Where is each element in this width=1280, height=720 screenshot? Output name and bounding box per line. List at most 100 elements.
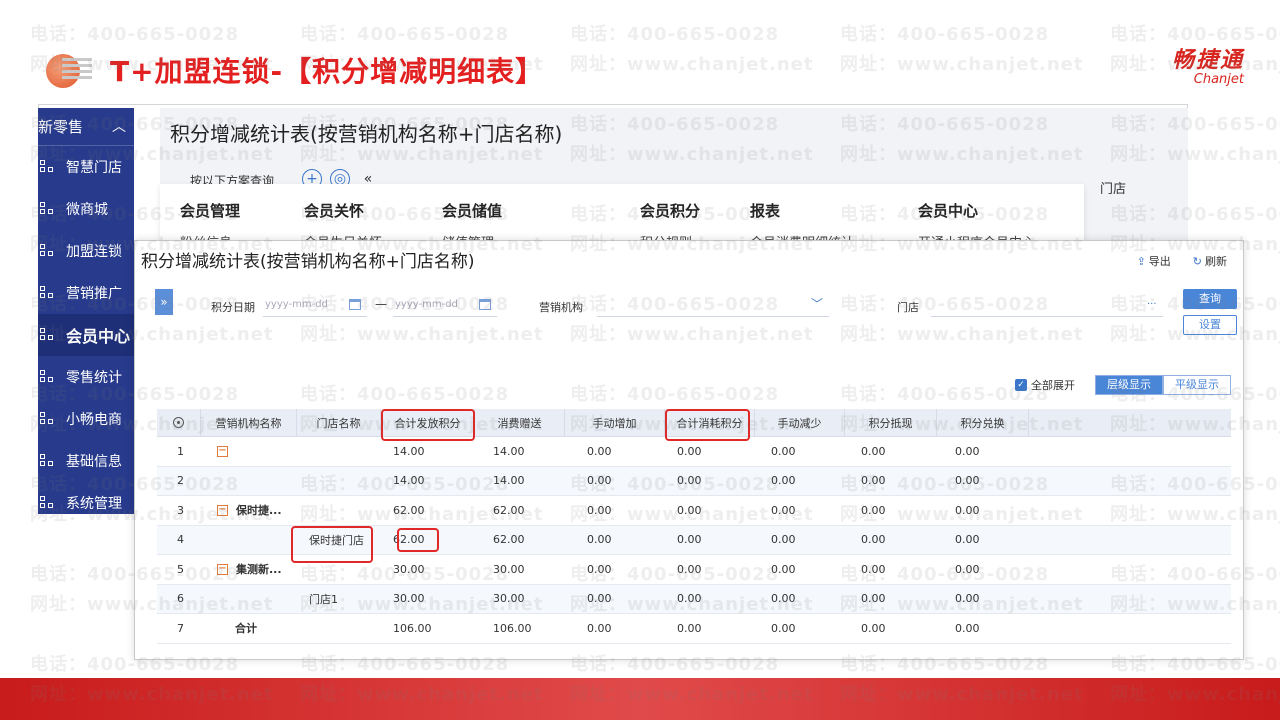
collapse-row-icon[interactable]: − <box>217 504 228 516</box>
value-cell-cash: 0.00 <box>861 503 886 517</box>
value-cell-consumed: 0.00 <box>677 621 702 635</box>
table-row[interactable]: 7 合计 106.00 106.00 0.00 0.00 0.00 0.00 0.00 <box>157 614 1231 644</box>
sidebar-item[interactable]: 微商城 <box>38 188 134 230</box>
refresh-button[interactable]: ↻ 刷新 <box>1193 253 1227 269</box>
org-select[interactable] <box>597 293 829 317</box>
value-cell-manual-add: 0.00 <box>587 592 612 606</box>
grid-icon <box>40 370 58 384</box>
background-store-label: 门店 <box>1100 182 1127 197</box>
sidebar-item[interactable]: 零售统计 <box>38 356 134 398</box>
column-header[interactable]: 门店名称 <box>297 409 381 436</box>
sidebar-item-label: 小畅电商 <box>66 412 122 428</box>
hierarchical-view-button[interactable]: 层级显示 <box>1095 375 1163 395</box>
sidebar-item[interactable]: 加盟连锁 <box>38 230 134 272</box>
expand-all-checkbox[interactable]: ✓ 全部展开 <box>1015 377 1075 393</box>
menu-heading[interactable]: 会员中心 <box>918 200 978 221</box>
value-cell-cash: 0.00 <box>861 474 886 488</box>
mega-menu: 会员管理粉丝信息会员关怀会员生日关怀会员储值储值管理会员积分积分规则报表会员消费… <box>160 184 1084 242</box>
column-header[interactable]: 手动增加 <box>565 409 665 436</box>
menu-heading[interactable]: 会员关怀 <box>304 200 364 221</box>
calendar-icon[interactable] <box>479 299 491 310</box>
value-cell-manual-sub: 0.00 <box>771 533 796 547</box>
refresh-label: 刷新 <box>1205 255 1227 268</box>
date-separator: — <box>375 297 387 311</box>
sidebar-header-label: 新零售 <box>38 118 84 136</box>
export-icon: ⇪ <box>1136 255 1146 268</box>
collapse-row-icon[interactable]: − <box>217 445 228 457</box>
value-cell-issued: 14.00 <box>393 444 425 458</box>
value-cell-exchange: 0.00 <box>955 503 980 517</box>
table-row[interactable]: 3 − 保时捷... 62.00 62.00 0.00 0.00 0.00 0.00 0.00 <box>157 496 1231 526</box>
collapse-row-icon[interactable]: − <box>217 563 228 575</box>
chevron-down-icon[interactable]: ﹀ <box>811 295 823 312</box>
flat-view-button[interactable]: 平级显示 <box>1163 375 1231 395</box>
sidebar-item[interactable]: 系统管理 <box>38 482 134 514</box>
view-toggle: 层级显示 平级显示 <box>1095 375 1231 395</box>
value-cell-manual-sub: 0.00 <box>771 474 796 488</box>
store-name-cell <box>303 496 309 525</box>
column-spacer <box>1029 409 1231 436</box>
chevron-up-icon[interactable]: ︿ <box>112 108 126 146</box>
value-cell-cash: 0.00 <box>861 444 886 458</box>
column-header[interactable]: 手动减少 <box>755 409 845 436</box>
store-input[interactable] <box>931 293 1163 317</box>
store-name-cell: 门店1 <box>309 592 338 606</box>
grid-icon <box>40 202 58 216</box>
sidebar-item[interactable]: 小畅电商 <box>38 398 134 440</box>
menu-heading[interactable]: 会员管理 <box>180 200 240 221</box>
menu-heading[interactable]: 会员积分 <box>640 200 700 221</box>
more-icon[interactable]: ··· <box>1147 299 1157 310</box>
menu-heading[interactable]: 报表 <box>750 200 780 221</box>
column-header[interactable]: 积分抵现 <box>845 409 937 436</box>
value-cell-manual-sub: 0.00 <box>771 621 796 635</box>
value-cell-consumed: 0.00 <box>677 503 702 517</box>
background-page-title: 积分增减统计表(按营销机构名称+门店名称) <box>170 122 563 146</box>
menu-heading[interactable]: 会员储值 <box>442 200 502 221</box>
value-cell-cash: 0.00 <box>861 621 886 635</box>
sidebar-item-label: 基础信息 <box>66 454 122 470</box>
value-cell-gift: 62.00 <box>493 533 525 547</box>
query-button[interactable]: 查询 <box>1183 289 1237 309</box>
row-number: 6 <box>177 592 184 606</box>
table-row[interactable]: 2 14.00 14.00 0.00 0.00 0.00 0.00 0.00 <box>157 466 1231 496</box>
org-name-cell <box>211 585 217 614</box>
org-name-cell: 合计 <box>229 614 257 643</box>
org-label: 营销机构 <box>539 301 583 314</box>
highlight-consumed-column <box>665 409 750 441</box>
sidebar-item[interactable]: 基础信息 <box>38 440 134 482</box>
org-name-cell: − 集测新... <box>211 555 282 584</box>
expand-panel-button[interactable]: » <box>155 289 173 315</box>
sidebar-item[interactable]: 营销推广 <box>38 272 134 314</box>
export-button[interactable]: ⇪ 导出 <box>1137 253 1171 269</box>
slide-title: T+加盟连锁-【积分增减明细表】 <box>110 55 545 88</box>
value-cell-manual-add: 0.00 <box>587 444 612 458</box>
grid-icon <box>40 496 58 510</box>
value-cell-manual-add: 0.00 <box>587 562 612 576</box>
value-cell-manual-sub: 0.00 <box>771 444 796 458</box>
sidebar-header[interactable]: 新零售 ︿ <box>38 108 134 146</box>
value-cell-manual-add: 0.00 <box>587 503 612 517</box>
sidebar-item[interactable]: 会员中心 <box>38 314 134 356</box>
value-cell-gift: 106.00 <box>493 621 532 635</box>
column-header[interactable]: 消费赠送 <box>475 409 565 436</box>
sidebar-item-label: 营销推广 <box>66 286 122 302</box>
row-number: 7 <box>177 621 184 635</box>
value-cell-manual-sub: 0.00 <box>771 503 796 517</box>
value-cell-exchange: 0.00 <box>955 444 980 458</box>
table-row[interactable]: 1 − 14.00 14.00 0.00 0.00 0.00 0.00 0.00 <box>157 437 1231 467</box>
table-row[interactable]: 6 门店1 30.00 30.00 0.00 0.00 0.00 0.00 0.00 <box>157 584 1231 614</box>
org-name-cell: − 保时捷... <box>211 496 282 525</box>
column-header[interactable]: 营销机构名称 <box>201 409 297 436</box>
value-cell-consumed: 0.00 <box>677 444 702 458</box>
store-name-cell <box>303 614 309 643</box>
value-cell-consumed: 0.00 <box>677 533 702 547</box>
sidebar-item[interactable]: 智慧门店 <box>38 146 134 188</box>
settings-button[interactable]: 设置 <box>1183 315 1237 335</box>
value-cell-cash: 0.00 <box>861 533 886 547</box>
column-header[interactable]: 积分兑换 <box>937 409 1029 436</box>
calendar-icon[interactable] <box>349 299 361 310</box>
bottom-band <box>0 678 1280 720</box>
value-cell-consumed: 0.00 <box>677 592 702 606</box>
column-settings[interactable] <box>157 409 201 436</box>
value-cell-issued: 62.00 <box>393 503 425 517</box>
